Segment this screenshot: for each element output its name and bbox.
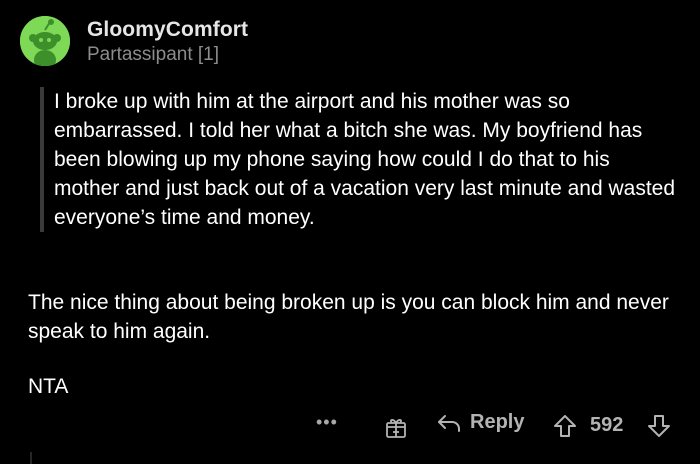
user-flair: Partassipant [1] bbox=[87, 44, 220, 65]
downvote-button[interactable] bbox=[646, 413, 672, 444]
reply-button[interactable]: Reply bbox=[436, 411, 524, 434]
downvote-arrow-icon bbox=[648, 415, 670, 437]
username[interactable]: GloomyComfort bbox=[87, 18, 248, 42]
upvote-arrow-icon bbox=[554, 415, 576, 437]
comment: GloomyComfort Partassipant [1] I broke u… bbox=[0, 0, 700, 464]
comment-paragraph: The nice thing about being broken up is … bbox=[28, 291, 669, 343]
award-button[interactable] bbox=[384, 415, 408, 444]
comment-actions: ••• Reply 592 bbox=[0, 407, 700, 447]
snoo-avatar-icon bbox=[20, 16, 70, 66]
reply-label: Reply bbox=[470, 411, 525, 433]
upvote-button[interactable] bbox=[552, 413, 578, 444]
quote-text: I broke up with him at the airport and h… bbox=[54, 90, 676, 229]
vote-score: 592 bbox=[590, 414, 624, 436]
blockquote: I broke up with him at the airport and h… bbox=[40, 87, 680, 232]
reply-arrow-icon bbox=[438, 414, 460, 432]
user-avatar[interactable] bbox=[20, 16, 70, 66]
more-options-button[interactable]: ••• bbox=[316, 412, 338, 433]
thread-line bbox=[30, 452, 32, 464]
award-gift-icon bbox=[386, 419, 406, 438]
comment-paragraph: NTA bbox=[28, 375, 69, 398]
